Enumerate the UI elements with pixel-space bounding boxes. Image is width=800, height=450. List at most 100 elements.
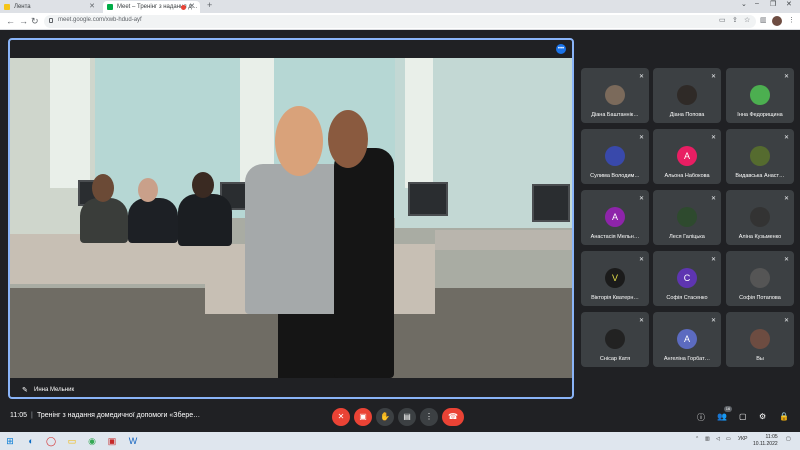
participant-grid: ✕ Діана Баштаннік… ✕ Діана Попова ✕ Інна…	[581, 68, 794, 371]
volume-icon[interactable]: ◁	[716, 436, 720, 442]
participant-name: Видавська Анаст…	[735, 173, 785, 179]
participant-name: Вы	[756, 356, 764, 362]
audio-indicator-icon: •••	[556, 44, 566, 54]
clock-time: 11:05	[765, 434, 778, 440]
word-icon[interactable]: W	[127, 435, 139, 447]
activities-icon[interactable]: ⚙	[759, 412, 766, 421]
participant-tile[interactable]: ✕ Софія Потапова	[726, 251, 794, 306]
participant-tile[interactable]: ✕ А Анастасія Мельн…	[581, 190, 649, 245]
participant-tile[interactable]: ✕ Снісар Катя	[581, 312, 649, 367]
mic-off-icon: ✎	[22, 387, 28, 394]
share-icon[interactable]: ⇪	[732, 16, 738, 24]
meeting-title: Тренінг з надання домедичної допомоги «З…	[37, 412, 201, 419]
participant-tile[interactable]: ✕ Аліна Кузьменко	[726, 190, 794, 245]
participant-tile[interactable]: ✕ Діана Попова	[653, 68, 721, 123]
participant-tile[interactable]: ✕ Леся Галіцька	[653, 190, 721, 245]
lock-icon	[49, 18, 53, 23]
participant-tile[interactable]: ✕ А Альона Набокова	[653, 129, 721, 184]
more-options-button[interactable]: ⋮	[420, 408, 438, 426]
close-window-icon[interactable]: ✕	[786, 0, 792, 8]
participant-avatar	[605, 329, 625, 349]
opera-icon[interactable]: ◯	[45, 435, 57, 447]
chat-icon[interactable]: ▢	[739, 412, 747, 421]
back-icon[interactable]: ←	[6, 16, 15, 26]
participant-name: Альона Набокова	[664, 173, 710, 179]
taskbar-clock[interactable]: 11:05 10.11.2022	[753, 434, 778, 448]
network-icon[interactable]: ▥	[705, 436, 710, 442]
windows-start-icon[interactable]: ⊞	[4, 435, 16, 447]
participant-tile[interactable]: ✕ Сулима Володим…	[581, 129, 649, 184]
reload-icon[interactable]: ↻	[31, 16, 39, 27]
participant-name: Снісар Катя	[599, 356, 631, 362]
camera-in-use-icon[interactable]: ▭	[719, 16, 726, 24]
tray-chevron-icon[interactable]: ⌃	[695, 436, 699, 442]
lenta-favicon-icon	[4, 4, 10, 10]
side-panel-icon[interactable]: ▥	[760, 16, 767, 24]
person	[192, 172, 214, 198]
mic-toggle-button[interactable]: ✕	[332, 408, 350, 426]
tab-search-icon[interactable]: ⌄	[741, 0, 747, 8]
participant-tile[interactable]: ✕ V Вікторія Кватерн…	[581, 251, 649, 306]
close-tab-icon[interactable]: ✕	[89, 2, 95, 10]
camera-toggle-button[interactable]: ▣	[354, 408, 372, 426]
url-text[interactable]: meet.google.com/xwb-hdud-ayf	[58, 17, 142, 23]
separator: |	[31, 412, 33, 419]
forward-icon[interactable]: →	[19, 16, 28, 26]
participant-avatar: А	[677, 146, 697, 166]
restore-icon[interactable]: ❐	[770, 0, 776, 8]
host-controls-icon[interactable]: 🔒	[779, 412, 789, 421]
leave-call-button[interactable]: ☎	[442, 408, 464, 426]
participant-tile[interactable]: ✕ С Софія Стасенко	[653, 251, 721, 306]
battery-icon[interactable]: ▭	[726, 436, 731, 442]
bookmark-star-icon[interactable]: ☆	[744, 16, 750, 24]
participant-avatar	[605, 85, 625, 105]
participant-avatar	[677, 85, 697, 105]
window	[405, 58, 433, 188]
person	[278, 314, 338, 378]
mic-off-icon: ✕	[638, 135, 644, 141]
profile-avatar[interactable]	[772, 16, 782, 26]
main-video-tile[interactable]: ••• ✎ Инна Мельник	[8, 38, 574, 399]
mic-off-icon: ✕	[783, 257, 789, 263]
participant-tile[interactable]: ✕ А Ангеліна Горбат…	[653, 312, 721, 367]
tab-meet[interactable]: Meet – Тренінг з надання д… ✕	[103, 1, 200, 13]
person	[92, 174, 114, 202]
chrome-icon[interactable]: ◉	[86, 435, 98, 447]
participant-avatar	[677, 207, 697, 227]
person	[275, 106, 323, 176]
participant-name: Інна Федорищина	[737, 112, 783, 118]
participant-tile[interactable]: ✕ Вы	[726, 312, 794, 367]
language-indicator[interactable]: УКР	[738, 436, 747, 442]
people-icon[interactable]: 👥	[717, 412, 727, 421]
participant-name: Сулима Володим…	[590, 173, 640, 179]
present-screen-button[interactable]: ▤	[398, 408, 416, 426]
participant-avatar	[750, 85, 770, 105]
mic-off-icon: ✕	[710, 74, 716, 80]
windows-taskbar: ⊞ ◐ ◯ ▭ ◉ ▣ W ⌃ ▥ ◁ ▭ УКР 11:05 10.11.20…	[0, 432, 800, 450]
edge-icon[interactable]: ◐	[25, 435, 37, 447]
mic-off-icon: ✕	[638, 257, 644, 263]
participant-tile[interactable]: ✕ Видавська Анаст…	[726, 129, 794, 184]
participant-name: Діана Баштаннік…	[591, 112, 639, 118]
omnibox[interactable]: meet.google.com/xwb-hdud-ayf ▭ ⇪ ☆	[44, 15, 756, 28]
participant-tile[interactable]: ✕ Інна Федорищина	[726, 68, 794, 123]
chrome-menu-icon[interactable]: ⋮	[788, 16, 795, 24]
participant-avatar: А	[677, 329, 697, 349]
participant-name: Ангеліна Горбат…	[663, 356, 711, 362]
presentation-app-icon[interactable]: ▣	[106, 435, 118, 447]
notifications-icon[interactable]: ▢	[786, 436, 791, 442]
tab-lenta[interactable]: Лента ✕	[0, 1, 100, 13]
person	[334, 148, 394, 378]
close-tab-icon[interactable]: ✕	[189, 2, 195, 10]
window	[50, 58, 90, 188]
mic-off-icon: ✕	[783, 196, 789, 202]
raise-hand-button[interactable]: ✋	[376, 408, 394, 426]
minimize-icon[interactable]: –	[755, 0, 759, 7]
desk	[435, 230, 572, 250]
meeting-details-icon[interactable]: ⓘ	[697, 412, 705, 423]
mic-off-icon: ✕	[783, 135, 789, 141]
mic-off-icon: ✕	[783, 318, 789, 324]
participant-tile[interactable]: ✕ Діана Баштаннік…	[581, 68, 649, 123]
file-explorer-icon[interactable]: ▭	[66, 435, 78, 447]
new-tab-button[interactable]: +	[207, 0, 212, 10]
